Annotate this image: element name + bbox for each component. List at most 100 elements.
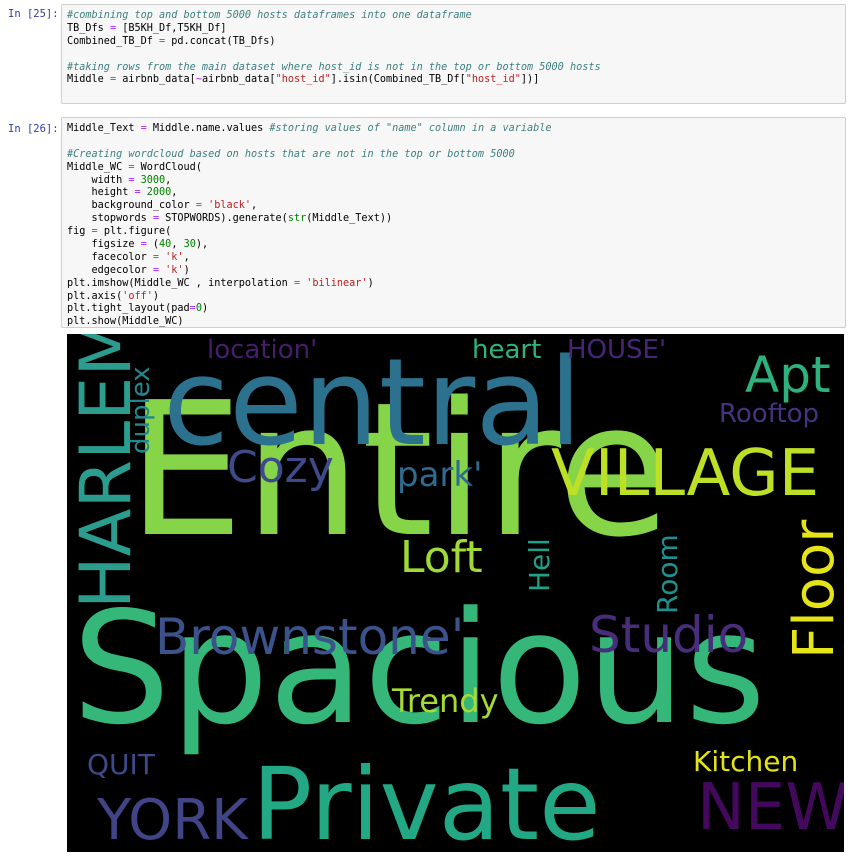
wordcloud-output-image: EntireSpaciouscentralPrivateVILLAGEHARLE… [67,334,844,852]
cell-prompt: In [25]: [8,8,59,20]
code-token: airbnb_data[ [116,74,196,86]
code-token: , [165,174,172,186]
code-input-area[interactable]: #combining top and bottom 5000 hosts dat… [61,4,846,104]
code-token: str [287,213,307,225]
code-line: edgecolor = 'k') [67,265,840,278]
code-token: STOPWORDS).generate( [159,213,288,225]
code-token: edgecolor [67,264,153,276]
code-token: airbnb_data[ [201,74,276,86]
code-line: Middle = airbnb_data[~airbnb_data["host_… [67,74,840,87]
code-line: #combining top and bottom 5000 hosts dat… [67,10,840,23]
code-token: fig [67,226,92,238]
code-token: Middle_Text [67,123,141,134]
wordcloud-word: duplex [126,366,156,454]
code-token: ].isin(Combined_TB_Df[ [330,74,466,86]
code-token: , [171,187,178,199]
wordcloud-word: Kitchen [693,745,798,778]
code-token: #Creating wordcloud based on hosts that … [67,148,515,160]
cell-prompt: In [26]: [8,123,59,135]
code-token: #combining top and bottom 5000 hosts dat… [67,10,472,21]
code-token: ), [195,239,209,251]
code-token: figsize [67,239,141,251]
code-token: plt.axis( [67,290,123,302]
code-token: Middle [67,74,110,86]
code-token: Middle.name.values [146,123,270,134]
code-token: 40 [159,239,172,251]
wordcloud-word: VILLAGE [551,437,819,511]
code-token: stopwords [67,213,153,225]
code-token: 'k' [165,251,184,263]
code-token: ( [146,239,160,251]
code-line: facecolor = 'k', [67,252,840,265]
code-token: WordCloud( [134,161,202,173]
code-token: ) [201,303,209,315]
code-line: plt.show(Middle_WC) [67,316,840,329]
code-token: plt.figure( [97,226,172,238]
code-line: stopwords = STOPWORDS).generate(str(Midd… [67,213,840,226]
wordcloud-word: Room [651,534,684,614]
code-line: plt.tight_layout(pad=0) [67,303,840,316]
code-token: (Middle_Text)) [306,213,393,225]
code-token: ])] [520,74,540,86]
code-token: plt.show(Middle_WC) [67,316,184,328]
wordcloud-word: Brownstone' [155,608,464,666]
code-cell-25[interactable]: In [25]: #combining top and bottom 5000 … [0,0,857,110]
wordcloud-word: Private [252,746,601,852]
code-token: 30 [183,239,196,251]
code-token: TB_Dfs [67,22,110,34]
code-token: Middle_WC [67,161,129,173]
code-line: plt.axis('off') [67,291,840,304]
code-token: 'off' [122,290,153,302]
code-line: background_color = 'black', [67,200,840,213]
code-token: 'k' [165,264,184,276]
wordcloud-word: Apt [745,346,831,404]
code-line: Middle_Text = Middle.name.values #storin… [67,123,840,136]
code-token: [B5KH_Df,T5KH_Df] [116,22,227,34]
code-token: 3000 [140,174,166,186]
code-token: plt.imshow(Middle_WC , interpolation [67,277,294,289]
code-token: 2000 [146,187,172,199]
code-token: ) [152,290,160,302]
code-token: ) [367,277,374,289]
code-line: height = 2000, [67,187,840,200]
code-token: pd.concat(TB_Dfs) [165,35,276,47]
code-token: Combined_TB_Df [67,35,160,47]
wordcloud-word: location' [207,335,317,365]
wordcloud-word: Rooftop [719,399,819,429]
code-token: , [251,200,258,212]
wordcloud-word: NEW [697,771,844,845]
code-token: height [67,187,135,199]
code-token: , [171,239,184,251]
code-line: Middle_WC = WordCloud( [67,162,840,175]
wordcloud-word: Floor [782,519,844,659]
code-token: "host_id" [465,74,521,86]
code-line: #Creating wordcloud based on hosts that … [67,149,840,162]
wordcloud-word: YORK [96,788,249,852]
wordcloud-word: Trendy [391,682,499,720]
code-line: fig = plt.figure( [67,226,840,239]
wordcloud-word: Loft [400,532,483,583]
code-line: #taking rows from the main dataset where… [67,62,840,75]
code-line: figsize = (40, 30), [67,239,840,252]
code-line: width = 3000, [67,175,840,188]
code-token: #storing values of "name" column in a va… [269,123,552,134]
wordcloud-word: Hell [523,538,556,592]
wordcloud-word: heart [472,335,541,365]
code-token: 'bilinear' [306,277,368,289]
code-token: "host_id" [275,74,331,86]
wordcloud-word: Cozy [227,442,334,493]
code-input-area[interactable]: Middle_Text = Middle.name.values #storin… [61,117,846,328]
code-token: facecolor [67,251,153,263]
code-token: ) [183,264,190,276]
code-token: 'black' [208,200,252,212]
code-token: width [67,174,129,186]
code-line: Combined_TB_Df = pd.concat(TB_Dfs) [67,36,840,49]
wordcloud-word: HOUSE' [567,335,666,365]
code-token: , [183,251,190,263]
code-token: plt.tight_layout(pad [67,303,190,315]
code-token: #taking rows from the main dataset where… [67,61,601,73]
code-token: background_color [67,200,196,212]
wordcloud-word: QUIT [87,748,156,781]
